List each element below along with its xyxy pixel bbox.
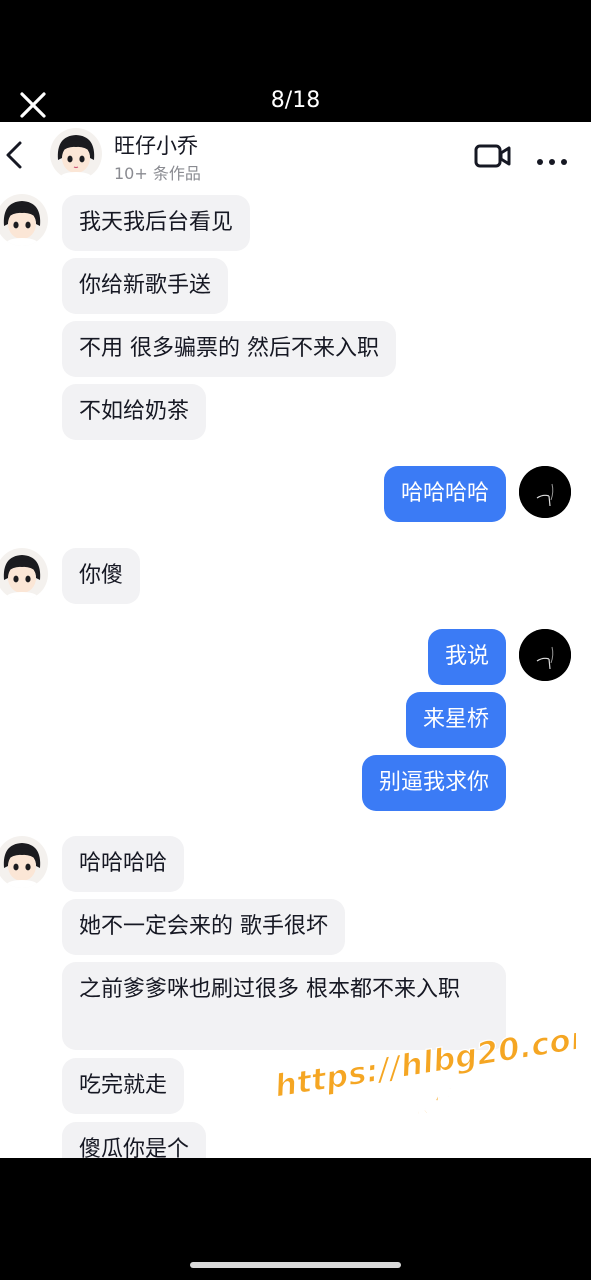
outgoing-message[interactable]: 哈哈哈哈 — [383, 466, 506, 522]
incoming-message[interactable]: 不如给奶茶 — [62, 384, 207, 440]
back-chevron-icon — [6, 141, 22, 169]
outgoing-message[interactable]: 我说 — [427, 629, 506, 685]
chat-screenshot: 旺仔小乔 10+ 条作品 我天我后台看见 你给新歌手送 不用 很多骗票的 然后不… — [0, 122, 591, 1158]
contact-name: 旺仔小乔 — [114, 134, 198, 158]
incoming-message[interactable]: 不用 很多骗票的 然后不来入职 — [62, 321, 396, 377]
incoming-message[interactable]: 你给新歌手送 — [62, 258, 229, 314]
incoming-message[interactable]: 傻瓜你是个 — [62, 1122, 207, 1158]
outgoing-message[interactable]: 来星桥 — [405, 692, 506, 748]
incoming-message[interactable]: 吃完就走 — [62, 1058, 185, 1114]
incoming-message[interactable]: 哈哈哈哈 — [62, 836, 185, 892]
contact-avatar[interactable] — [50, 128, 102, 180]
video-call-button[interactable] — [474, 142, 512, 170]
contact-avatar[interactable] — [0, 194, 48, 246]
my-avatar[interactable] — [519, 629, 571, 681]
girl-avatar-icon — [0, 836, 48, 888]
contact-works-count: 10+ 条作品 — [114, 164, 201, 183]
back-button[interactable] — [2, 138, 26, 172]
incoming-message[interactable]: 我天我后台看见 — [62, 195, 251, 251]
contact-avatar[interactable] — [0, 548, 48, 600]
my-avatar[interactable] — [519, 466, 571, 518]
dark-avatar-icon — [519, 466, 571, 518]
dark-avatar-icon — [519, 629, 571, 681]
image-viewer-bottom-bar — [0, 1158, 591, 1280]
more-options-button[interactable] — [536, 152, 568, 165]
image-viewer-top-bar: 8/18 — [0, 0, 591, 122]
watermark: https://hlbg20.com 黑料网 — [266, 1014, 591, 1124]
more-dots-icon — [537, 159, 567, 165]
page-counter: 8/18 — [270, 88, 321, 113]
video-call-icon — [474, 144, 511, 168]
incoming-message[interactable]: 你傻 — [62, 548, 141, 604]
home-indicator[interactable] — [190, 1262, 401, 1268]
girl-avatar-icon — [50, 128, 102, 180]
chat-header: 旺仔小乔 10+ 条作品 — [0, 122, 591, 190]
girl-avatar-icon — [0, 194, 48, 246]
outgoing-message[interactable]: 别逼我求你 — [361, 755, 506, 811]
girl-avatar-icon — [0, 548, 48, 600]
incoming-message[interactable]: 她不一定会来的 歌手很坏 — [62, 899, 345, 955]
contact-avatar[interactable] — [0, 836, 48, 888]
